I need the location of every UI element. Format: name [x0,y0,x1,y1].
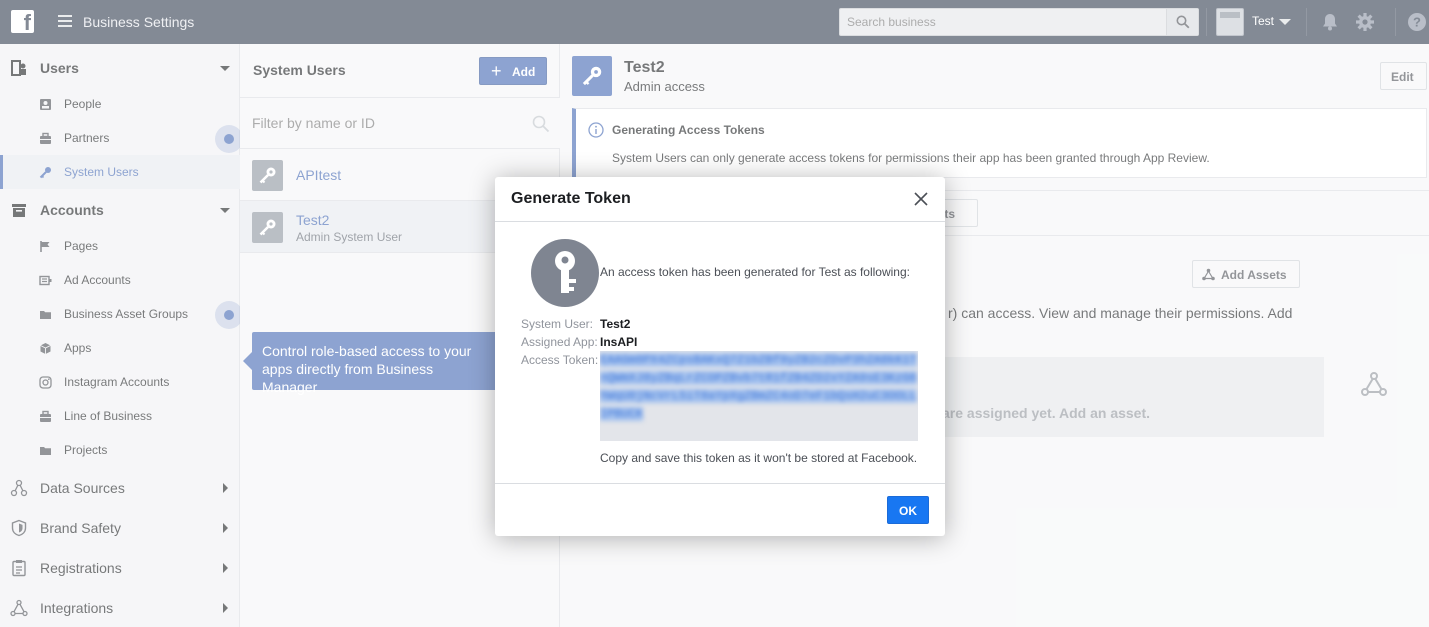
divider [495,483,945,484]
system-user-label: System User: [521,317,594,331]
assigned-app-value: InsAPI [600,335,638,349]
close-icon[interactable] [913,191,929,207]
ok-button[interactable]: OK [887,496,929,524]
key-icon [555,251,576,293]
copy-note: Copy and save this token as it won't be … [600,451,918,465]
access-token-label: Access Token: [521,353,599,367]
access-token-field[interactable]: EAAGm0PX4ZCpsBAKxQ7Z1bZBf9yZB2cZDvP3hZA8… [600,351,918,441]
dialog-title: Generate Token [511,190,631,207]
system-user-value: Test2 [600,317,631,331]
token-key-graphic [531,239,599,307]
ok-button-label: OK [899,504,917,518]
generate-token-dialog: Generate Token An access token has been … [495,177,945,536]
token-message: An access token has been generated for T… [600,265,910,279]
access-token-value: EAAGm0PX4ZCpsBAKxQ7Z1bZBf9yZB2cZDvP3hZA8… [600,353,917,421]
divider [495,221,945,222]
assigned-app-label: Assigned App: [521,335,598,349]
